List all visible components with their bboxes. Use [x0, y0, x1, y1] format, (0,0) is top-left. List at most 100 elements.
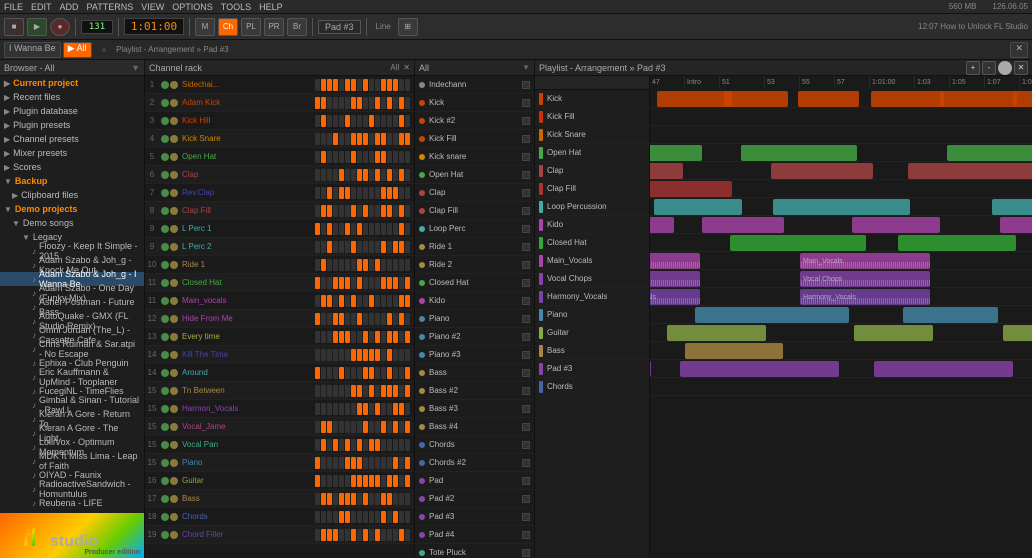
track-row-12[interactable] — [650, 306, 1032, 324]
channel-row-16[interactable]: 14 Around — [145, 364, 414, 382]
ch-solo-0[interactable] — [170, 81, 178, 89]
channel-row-12[interactable]: 11 Main_vocals — [145, 292, 414, 310]
ch-solo-5[interactable] — [170, 171, 178, 179]
channel-row-3[interactable]: 4 Kick Snare — [145, 130, 414, 148]
track-label-7[interactable]: Kido — [535, 216, 649, 234]
instrument-item-21[interactable]: Chords #2 — [415, 454, 534, 472]
track-label-13[interactable]: Guitar — [535, 324, 649, 342]
inst-btn-7[interactable] — [522, 207, 530, 215]
track-block-13-4[interactable] — [667, 325, 767, 341]
channel-row-17[interactable]: 15 Tn Between — [145, 382, 414, 400]
instrument-item-16[interactable]: Bass — [415, 364, 534, 382]
ch-mute-5[interactable] — [161, 171, 169, 179]
browser-button[interactable]: Br — [287, 18, 307, 36]
ch-solo-17[interactable] — [170, 387, 178, 395]
ch-solo-21[interactable] — [170, 459, 178, 467]
instrument-item-11[interactable]: Closed Hat — [415, 274, 534, 292]
inst-btn-8[interactable] — [522, 225, 530, 233]
ch-mute-11[interactable] — [161, 279, 169, 287]
menu-patterns[interactable]: PATTERNS — [87, 2, 134, 12]
inst-settings[interactable]: ▼ — [522, 63, 530, 72]
track-label-3[interactable]: Open Hat — [535, 144, 649, 162]
ch-solo-16[interactable] — [170, 369, 178, 377]
inst-btn-20[interactable] — [522, 441, 530, 449]
ch-mute-23[interactable] — [161, 495, 169, 503]
playlist-content[interactable]: KickKick FillKick SnareOpen HatClapClap … — [535, 76, 1032, 558]
inst-btn-15[interactable] — [522, 351, 530, 359]
ch-mute-12[interactable] — [161, 297, 169, 305]
track-label-9[interactable]: Main_Vocals — [535, 252, 649, 270]
track-row-13[interactable] — [650, 324, 1032, 342]
track-label-12[interactable]: Piano — [535, 306, 649, 324]
track-block-0-11[interactable] — [657, 91, 732, 107]
track-block-0-12[interactable] — [724, 91, 788, 107]
channel-row-19[interactable]: 15 Vocal_Jame — [145, 418, 414, 436]
track-block-13-6[interactable] — [1003, 325, 1032, 341]
track-block-12-5[interactable] — [903, 307, 998, 323]
track-label-5[interactable]: Clap Fill — [535, 180, 649, 198]
instrument-item-26[interactable]: Tote Pluck — [415, 544, 534, 558]
inst-btn-23[interactable] — [522, 495, 530, 503]
inst-btn-14[interactable] — [522, 333, 530, 341]
track-block-4-6[interactable] — [908, 163, 1032, 179]
pl-zoom-in[interactable]: + — [966, 61, 980, 75]
play-button[interactable]: ▶ — [27, 18, 47, 36]
inst-btn-4[interactable] — [522, 153, 530, 161]
channel-row-9[interactable]: 9 L Perc 2 — [145, 238, 414, 256]
channel-row-8[interactable]: 9 L Perc 1 — [145, 220, 414, 238]
pl-close[interactable]: ✕ — [1014, 61, 1028, 75]
browser-item-21[interactable]: ♪Eric Kauffmann & UpMind - Tooplaner — [0, 370, 144, 384]
bpm-display[interactable]: 131 — [81, 20, 113, 34]
channel-row-2[interactable]: 3 Kick Hill — [145, 112, 414, 130]
instrument-item-18[interactable]: Bass #3 — [415, 400, 534, 418]
track-block-6-6[interactable] — [992, 199, 1032, 215]
instrument-item-8[interactable]: Loop Perc — [415, 220, 534, 238]
channel-row-21[interactable]: 15 Piano — [145, 454, 414, 472]
playlist-button[interactable]: PL — [241, 18, 261, 36]
browser-item-29[interactable]: ♪RadioactiveSandwich - Homuntulus — [0, 482, 144, 496]
ch-mute-3[interactable] — [161, 135, 169, 143]
inst-btn-2[interactable] — [522, 117, 530, 125]
track-row-1[interactable] — [650, 108, 1032, 126]
pl-zoom-out[interactable]: - — [982, 61, 996, 75]
channel-button[interactable]: Ch — [218, 18, 238, 36]
channel-row-14[interactable]: 13 Every time — [145, 328, 414, 346]
channel-row-0[interactable]: 1 Sidechai... — [145, 76, 414, 94]
instrument-item-24[interactable]: Pad #3 — [415, 508, 534, 526]
inst-btn-11[interactable] — [522, 279, 530, 287]
ch-solo-24[interactable] — [170, 513, 178, 521]
track-block-10-3[interactable]: Vocal Chops — [800, 271, 930, 287]
ch-solo-23[interactable] — [170, 495, 178, 503]
ch-solo-7[interactable] — [170, 207, 178, 215]
channel-row-22[interactable]: 16 Guitar — [145, 472, 414, 490]
track-block-9-2[interactable]: Main_Vocals — [650, 253, 700, 269]
menu-add[interactable]: ADD — [60, 2, 79, 12]
browser-item-27[interactable]: ♪MDK ft Miss Lima - Leap of Faith — [0, 454, 144, 468]
inst-btn-0[interactable] — [522, 81, 530, 89]
track-row-7[interactable] — [650, 216, 1032, 234]
ch-mute-20[interactable] — [161, 441, 169, 449]
track-row-0[interactable] — [650, 90, 1032, 108]
track-row-11[interactable]: Harmony_VocalsHarmony_VocalsHarmony_Voca… — [650, 288, 1032, 306]
playlist-track-content[interactable]: 357911131517192123Chorus2729Verse 233353… — [650, 76, 1032, 558]
instrument-item-19[interactable]: Bass #4 — [415, 418, 534, 436]
instrument-item-10[interactable]: Ride 2 — [415, 256, 534, 274]
instrument-item-6[interactable]: Clap — [415, 184, 534, 202]
track-block-11-2[interactable]: Harmony_Vocals — [650, 289, 700, 305]
inst-btn-1[interactable] — [522, 99, 530, 107]
ch-mute-14[interactable] — [161, 333, 169, 341]
instrument-item-12[interactable]: Kido — [415, 292, 534, 310]
track-row-9[interactable]: Main_VocalsMain_VocalsMain_VocalsMain_Vo… — [650, 252, 1032, 270]
track-block-15-5[interactable] — [874, 361, 1014, 377]
track-block-13-5[interactable] — [854, 325, 933, 341]
ch-mute-6[interactable] — [161, 189, 169, 197]
track-row-4[interactable] — [650, 162, 1032, 180]
track-block-8-6[interactable] — [898, 235, 1016, 251]
ch-mute-25[interactable] — [161, 531, 169, 539]
instrument-item-7[interactable]: Clap Fill — [415, 202, 534, 220]
menu-view[interactable]: VIEW — [141, 2, 164, 12]
instrument-item-0[interactable]: Indechann — [415, 76, 534, 94]
track-row-5[interactable] — [650, 180, 1032, 198]
ch-solo-8[interactable] — [170, 225, 178, 233]
track-label-4[interactable]: Clap — [535, 162, 649, 180]
